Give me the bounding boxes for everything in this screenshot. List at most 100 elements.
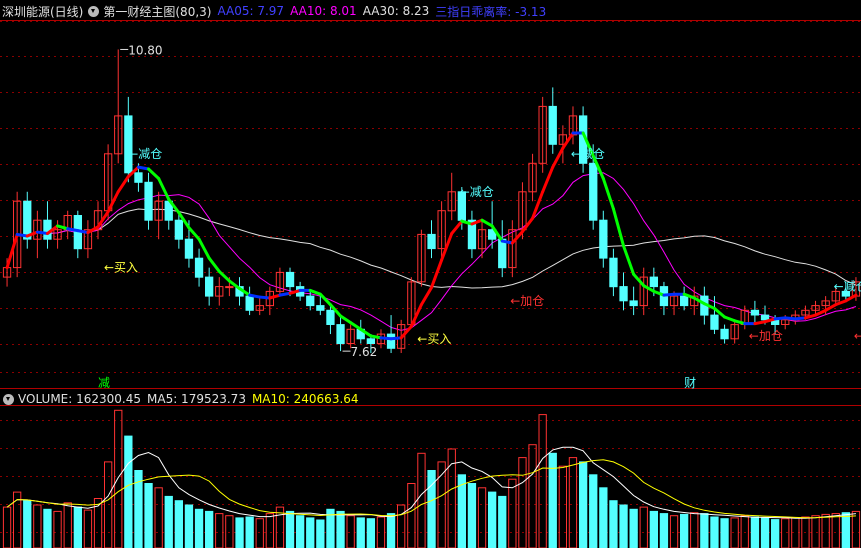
volume-bar[interactable] (811, 515, 820, 548)
candle-body[interactable] (629, 300, 638, 307)
candle-body[interactable] (599, 219, 608, 259)
candle-body[interactable] (285, 271, 295, 288)
candle-body[interactable] (23, 200, 32, 240)
volume-bar[interactable] (63, 502, 72, 548)
candle-body[interactable] (184, 238, 194, 259)
candle-body[interactable] (498, 238, 507, 269)
volume-bar[interactable] (518, 457, 527, 548)
volume-bar[interactable] (255, 518, 264, 548)
volume-bar[interactable] (23, 500, 32, 548)
stock-chart[interactable]: 10.80 7.62 ←减仓 ←买入 ←减仓 ←买入 ←加仓 ←减仓 ←加仓 ←减仓 ←加仓减 财 (0, 0, 861, 548)
volume-bar[interactable] (740, 515, 749, 548)
volume-bar[interactable] (619, 504, 628, 548)
volume-bar[interactable] (781, 518, 790, 548)
volume-bar[interactable] (53, 510, 62, 548)
volume-bar[interactable] (477, 487, 487, 548)
candle-body[interactable] (366, 338, 376, 344)
candle-body[interactable] (750, 309, 760, 316)
volume-bar[interactable] (265, 513, 275, 548)
volume-bar[interactable] (164, 495, 173, 548)
volume-bar[interactable] (710, 516, 719, 548)
volume-bar[interactable] (821, 513, 830, 548)
volume-bar[interactable] (538, 414, 547, 548)
candle-body[interactable] (124, 115, 133, 174)
candle-body[interactable] (205, 276, 214, 297)
volume-bar[interactable] (205, 510, 214, 548)
candle-body[interactable] (306, 295, 315, 307)
candle-body[interactable] (336, 324, 345, 345)
volume-bar[interactable] (366, 518, 376, 548)
indicator-dropdown-icon[interactable] (88, 5, 100, 17)
candle-body[interactable] (720, 328, 729, 340)
candle-body[interactable] (760, 314, 770, 321)
volume-bar[interactable] (114, 409, 123, 548)
volume-bar[interactable] (639, 506, 648, 548)
volume-bar[interactable] (316, 519, 325, 548)
volume-bar[interactable] (629, 508, 638, 548)
volume-bar[interactable] (548, 452, 557, 548)
candle-body[interactable] (43, 219, 52, 240)
symbol-title[interactable]: 深圳能源(日线) (2, 3, 83, 20)
indicator-name[interactable]: 第一财经主图(80,3) (103, 3, 211, 20)
volume-bar[interactable] (296, 515, 305, 548)
volume-dropdown-icon[interactable] (3, 393, 14, 405)
volume-bar[interactable] (73, 506, 82, 548)
candle-body[interactable] (609, 257, 618, 288)
candle-body[interactable] (225, 286, 234, 289)
volume-bar[interactable] (13, 491, 22, 548)
volume-bar[interactable] (841, 512, 851, 548)
volume-bar[interactable] (336, 510, 345, 548)
volume-bar[interactable] (356, 517, 365, 548)
volume-bar[interactable] (417, 452, 426, 548)
volume-bar[interactable] (215, 513, 224, 548)
volume-bar[interactable] (720, 518, 729, 548)
candle-body[interactable] (649, 276, 659, 288)
volume-bar[interactable] (690, 512, 699, 548)
volume-bar[interactable] (194, 508, 204, 548)
volume-bar[interactable] (83, 509, 93, 548)
volume-bar[interactable] (225, 515, 234, 548)
candle-body[interactable] (710, 314, 719, 330)
volume-bar[interactable] (467, 483, 477, 548)
volume-bar[interactable] (659, 513, 669, 548)
candle-body[interactable] (144, 181, 153, 221)
volume-bar[interactable] (508, 478, 517, 548)
volume-bar[interactable] (488, 491, 497, 548)
volume-bar[interactable] (144, 483, 153, 548)
volume-bar[interactable] (386, 513, 396, 548)
volume-bar[interactable] (579, 461, 588, 548)
volume-bar[interactable] (609, 500, 618, 548)
volume-bar[interactable] (184, 504, 194, 548)
volume-bar[interactable] (680, 513, 689, 548)
volume-bar[interactable] (750, 516, 760, 548)
volume-bar[interactable] (558, 465, 568, 548)
candle-body[interactable] (316, 305, 325, 311)
volume-bar[interactable] (154, 487, 163, 548)
candle-body[interactable] (134, 172, 143, 183)
candle-body[interactable] (619, 286, 628, 302)
volume-bar[interactable] (700, 513, 709, 548)
candle-body[interactable] (386, 333, 396, 349)
volume-bar[interactable] (760, 517, 770, 548)
volume-bar[interactable] (589, 474, 598, 548)
volume-bar[interactable] (285, 510, 295, 548)
volume-bar[interactable] (33, 504, 42, 548)
volume-bar[interactable] (306, 517, 315, 548)
volume-bar[interactable] (407, 483, 416, 548)
volume-bar[interactable] (235, 517, 244, 548)
volume-bar[interactable] (669, 515, 679, 548)
volume-bar[interactable] (851, 510, 861, 548)
candle-body[interactable] (174, 219, 183, 240)
volume-bar[interactable] (568, 457, 578, 548)
candle-body[interactable] (548, 105, 557, 145)
candle-body[interactable] (680, 295, 689, 307)
volume-bar[interactable] (771, 519, 780, 548)
candle-body[interactable] (245, 295, 254, 311)
volume-bar[interactable] (599, 487, 608, 548)
volume-bar[interactable] (346, 515, 355, 548)
candle-body[interactable] (326, 309, 335, 325)
volume-bar[interactable] (124, 435, 133, 548)
volume-bar[interactable] (498, 495, 507, 548)
volume-bar[interactable] (649, 510, 659, 548)
volume-bar[interactable] (2, 506, 12, 548)
